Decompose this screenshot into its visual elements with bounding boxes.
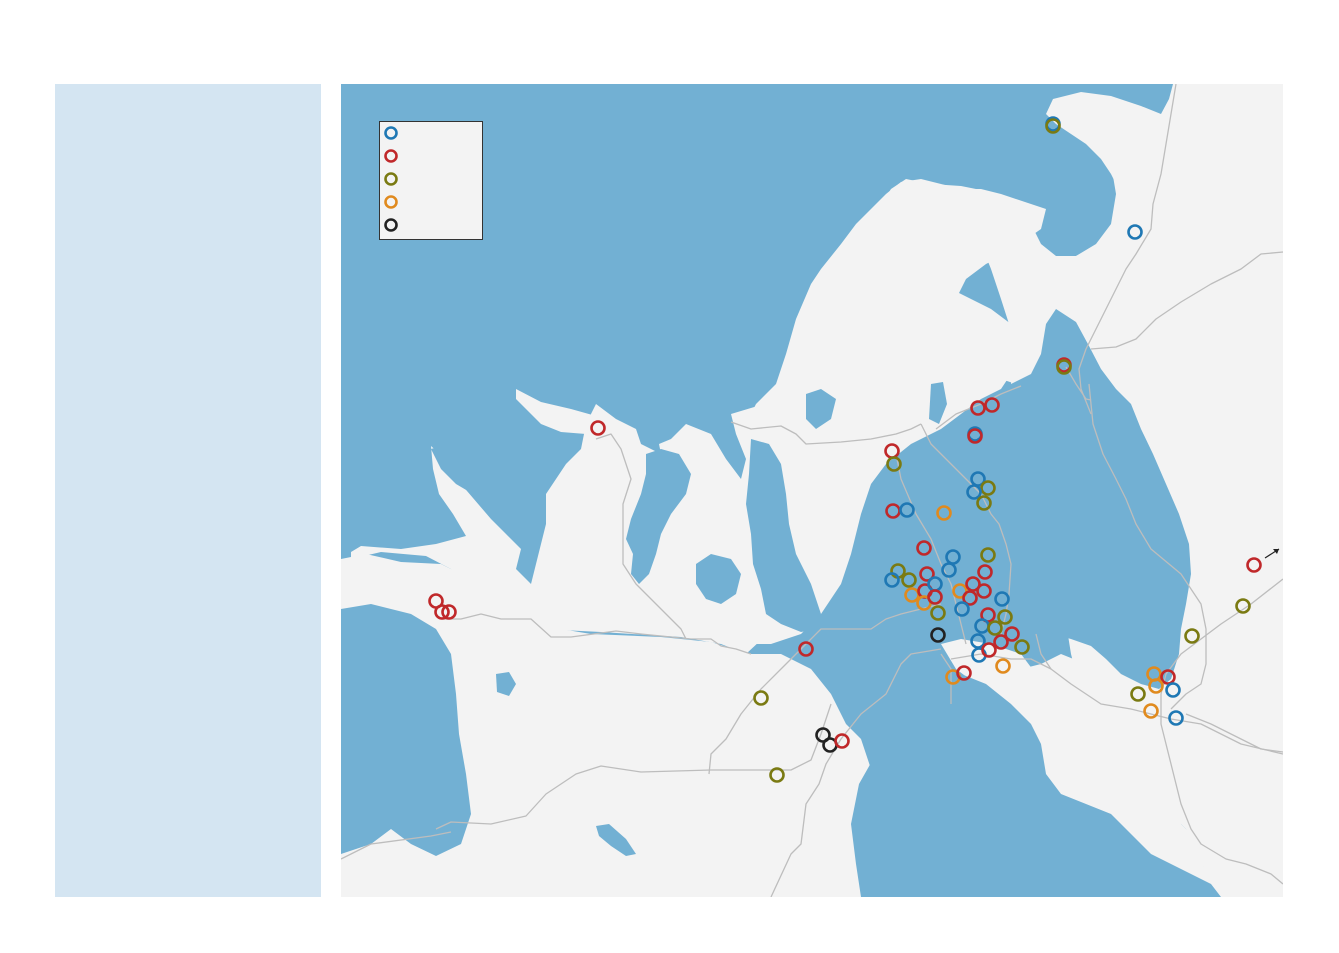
location-marker-blue[interactable]	[974, 618, 990, 634]
location-marker-orange[interactable]	[904, 587, 920, 603]
location-marker-red[interactable]	[927, 589, 943, 605]
location-marker-red[interactable]	[976, 583, 992, 599]
legend	[379, 121, 483, 240]
location-marker-blue[interactable]	[927, 576, 943, 592]
location-marker-olive[interactable]	[980, 547, 996, 563]
map-frame[interactable]	[341, 84, 1283, 897]
location-marker-olive[interactable]	[1014, 639, 1030, 655]
location-marker-red[interactable]	[977, 564, 993, 580]
location-marker-olive[interactable]	[980, 480, 996, 496]
location-marker-olive[interactable]	[901, 572, 917, 588]
location-marker-blue[interactable]	[899, 502, 915, 518]
side-panel	[55, 84, 321, 897]
map-canvas[interactable]	[341, 84, 1283, 897]
location-marker-red[interactable]	[885, 503, 901, 519]
location-marker-red[interactable]	[984, 397, 1000, 413]
water-lake-3	[936, 534, 961, 562]
location-marker-olive[interactable]	[987, 620, 1003, 636]
location-marker-red[interactable]	[970, 400, 986, 416]
location-marker-black[interactable]	[930, 627, 946, 643]
location-marker-olive[interactable]	[976, 495, 992, 511]
location-marker-red[interactable]	[993, 634, 1009, 650]
location-marker-blue[interactable]	[994, 591, 1010, 607]
location-marker-orange[interactable]	[936, 505, 952, 521]
location-marker-olive[interactable]	[930, 605, 946, 621]
location-marker-red[interactable]	[916, 540, 932, 556]
